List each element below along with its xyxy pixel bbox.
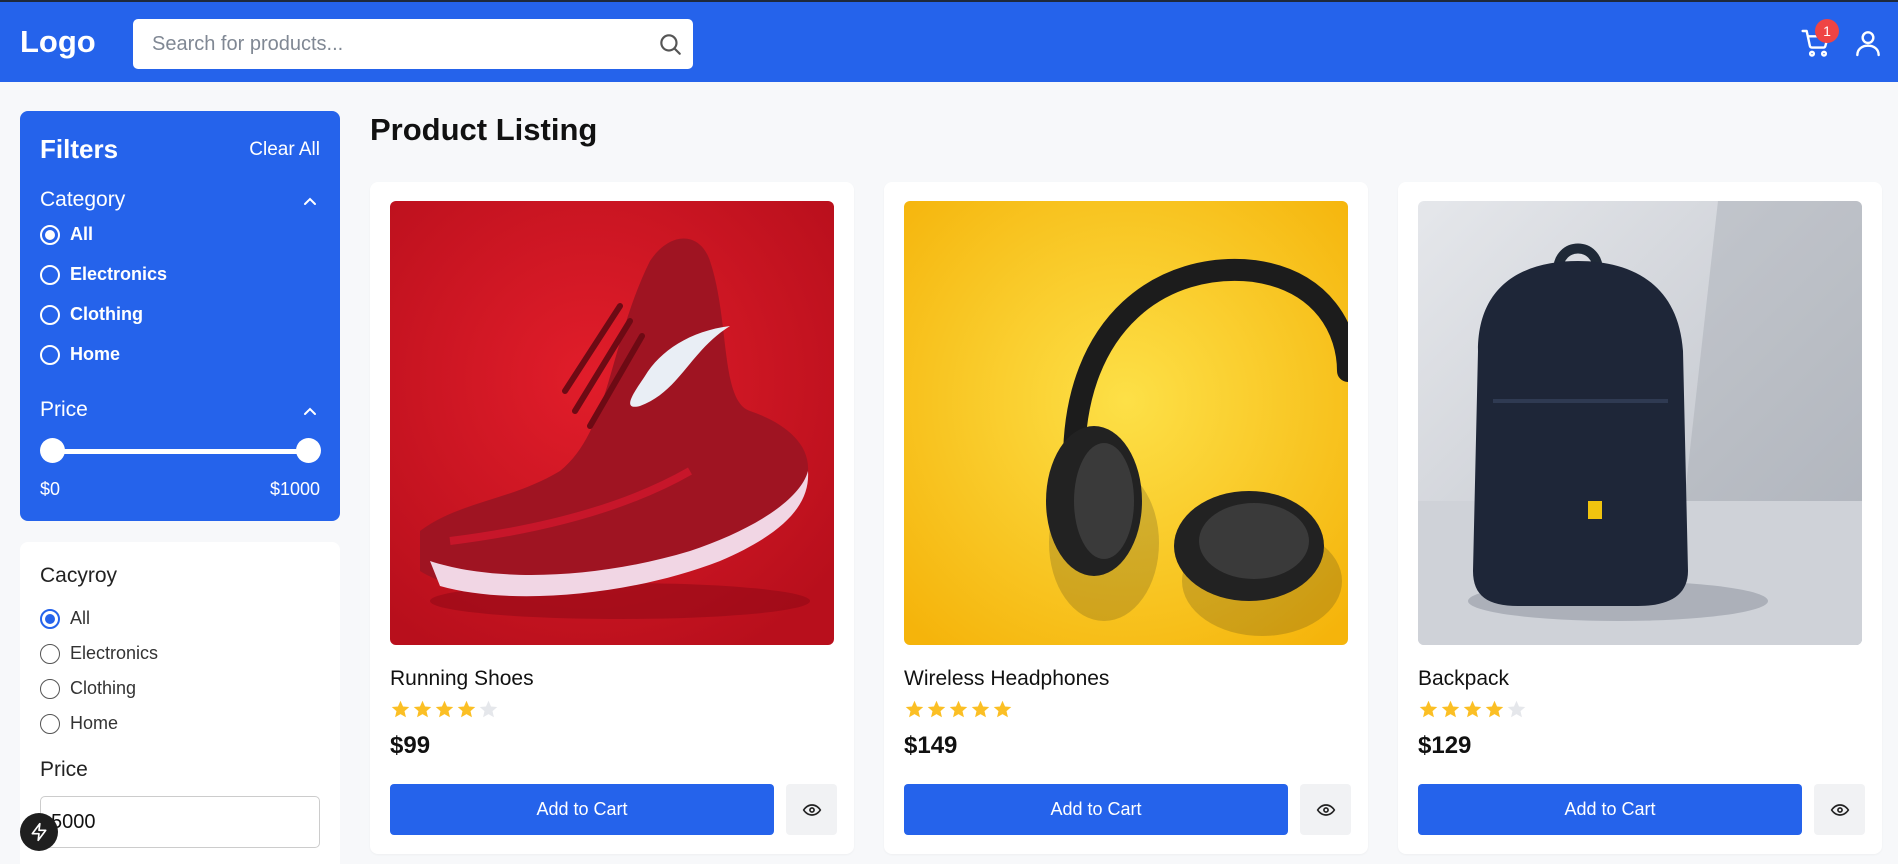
add-to-cart-button[interactable]: Add to Cart [390, 784, 774, 835]
chevron-up-icon[interactable] [302, 406, 318, 416]
price-range-track[interactable] [50, 449, 308, 454]
radio-button[interactable] [40, 608, 60, 629]
eye-icon [1830, 803, 1849, 816]
category-option-clothing[interactable]: Clothing [40, 304, 143, 325]
star-icon [1441, 700, 1460, 718]
radio-label: Clothing [70, 678, 137, 698]
filters-panel: Filters Clear All Category All Electroni… [20, 111, 340, 521]
star-icon [993, 700, 1012, 718]
star-icon [1485, 700, 1504, 718]
star-icon [1507, 700, 1526, 718]
product-rating [390, 699, 499, 720]
product-name[interactable]: Backpack [1418, 667, 1509, 691]
radio-label: Electronics [70, 264, 168, 284]
category-option-home[interactable]: Home [40, 344, 120, 365]
star-icon [1463, 700, 1482, 718]
category-option-electronics[interactable]: Electronics [40, 643, 158, 664]
eye-icon [802, 803, 821, 816]
star-icon [905, 700, 924, 718]
chevron-up-icon[interactable] [302, 196, 318, 206]
page-title: Product Listing [370, 112, 598, 147]
product-price: $149 [904, 732, 958, 759]
top-header: Logo 1 [0, 0, 1898, 82]
radio-button[interactable] [40, 304, 60, 325]
add-to-cart-button[interactable]: Add to Cart [1418, 784, 1802, 835]
quick-view-button[interactable] [1300, 784, 1351, 835]
star-icon [1419, 700, 1438, 718]
category-option-home[interactable]: Home [40, 713, 118, 734]
star-icon [435, 700, 454, 718]
search-bar [133, 19, 693, 69]
quick-view-button[interactable] [1814, 784, 1865, 835]
price-max-label: $1000 [269, 479, 320, 499]
product-image[interactable] [390, 201, 834, 645]
category-option-electronics[interactable]: Electronics [40, 264, 167, 285]
clear-all-button[interactable]: Clear All [249, 139, 320, 161]
secondary-filters-panel: Cacyroy All Electronics Clothing Home Pr… [20, 542, 340, 864]
category-option-clothing[interactable]: Clothing [40, 678, 136, 699]
radio-button[interactable] [40, 264, 60, 285]
search-input[interactable] [133, 19, 693, 69]
search-icon[interactable] [657, 31, 683, 57]
cart-count-badge: 1 [1815, 19, 1839, 43]
radio-label: Clothing [70, 304, 143, 324]
star-icon [927, 700, 946, 718]
product-name[interactable]: Running Shoes [390, 667, 534, 691]
category-option-all[interactable]: All [40, 224, 93, 245]
radio-label: All [70, 224, 94, 244]
star-icon [971, 700, 990, 718]
lightning-bolt-button[interactable] [20, 813, 58, 851]
user-icon[interactable] [1852, 26, 1884, 60]
product-rating [1418, 699, 1527, 720]
add-to-cart-button[interactable]: Add to Cart [904, 784, 1288, 835]
eye-icon [1316, 803, 1335, 816]
logo[interactable]: Logo [20, 24, 96, 60]
product-price: $129 [1418, 732, 1472, 759]
product-price: $99 [390, 732, 431, 759]
product-name[interactable]: Wireless Headphones [904, 667, 1109, 691]
product-rating [904, 699, 1013, 720]
radio-button[interactable] [40, 643, 60, 664]
radio-label: Home [70, 713, 119, 733]
price-max-handle[interactable] [296, 438, 321, 463]
product-card[interactable]: Running Shoes $99 Add to Cart [370, 182, 854, 854]
radio-button[interactable] [40, 344, 60, 365]
product-image[interactable] [1418, 201, 1862, 645]
price-input[interactable] [40, 796, 320, 848]
radio-button[interactable] [40, 678, 60, 699]
star-icon [413, 700, 432, 718]
product-image[interactable] [904, 201, 1348, 645]
product-card[interactable]: Backpack $129 Add to Cart [1398, 182, 1882, 854]
radio-label: All [70, 608, 91, 628]
radio-label: Home [70, 344, 121, 364]
product-card[interactable]: Wireless Headphones $149 Add to Cart [884, 182, 1368, 854]
lightning-bolt-icon [31, 822, 47, 842]
category-section-title[interactable]: Category [40, 188, 125, 212]
star-icon [949, 700, 968, 718]
price-section-title: Price [40, 758, 88, 781]
category-section-title: Cacyroy [40, 564, 118, 587]
star-icon [391, 700, 410, 718]
star-icon [479, 700, 498, 718]
radio-button[interactable] [40, 224, 60, 245]
price-section-title[interactable]: Price [40, 398, 88, 422]
star-icon [457, 700, 476, 718]
category-option-all[interactable]: All [40, 608, 90, 629]
radio-label: Electronics [70, 643, 159, 663]
filters-title: Filters [40, 134, 119, 164]
quick-view-button[interactable] [786, 784, 837, 835]
price-min-label: $0 [40, 479, 61, 499]
price-min-handle[interactable] [40, 438, 65, 463]
radio-button[interactable] [40, 713, 60, 734]
